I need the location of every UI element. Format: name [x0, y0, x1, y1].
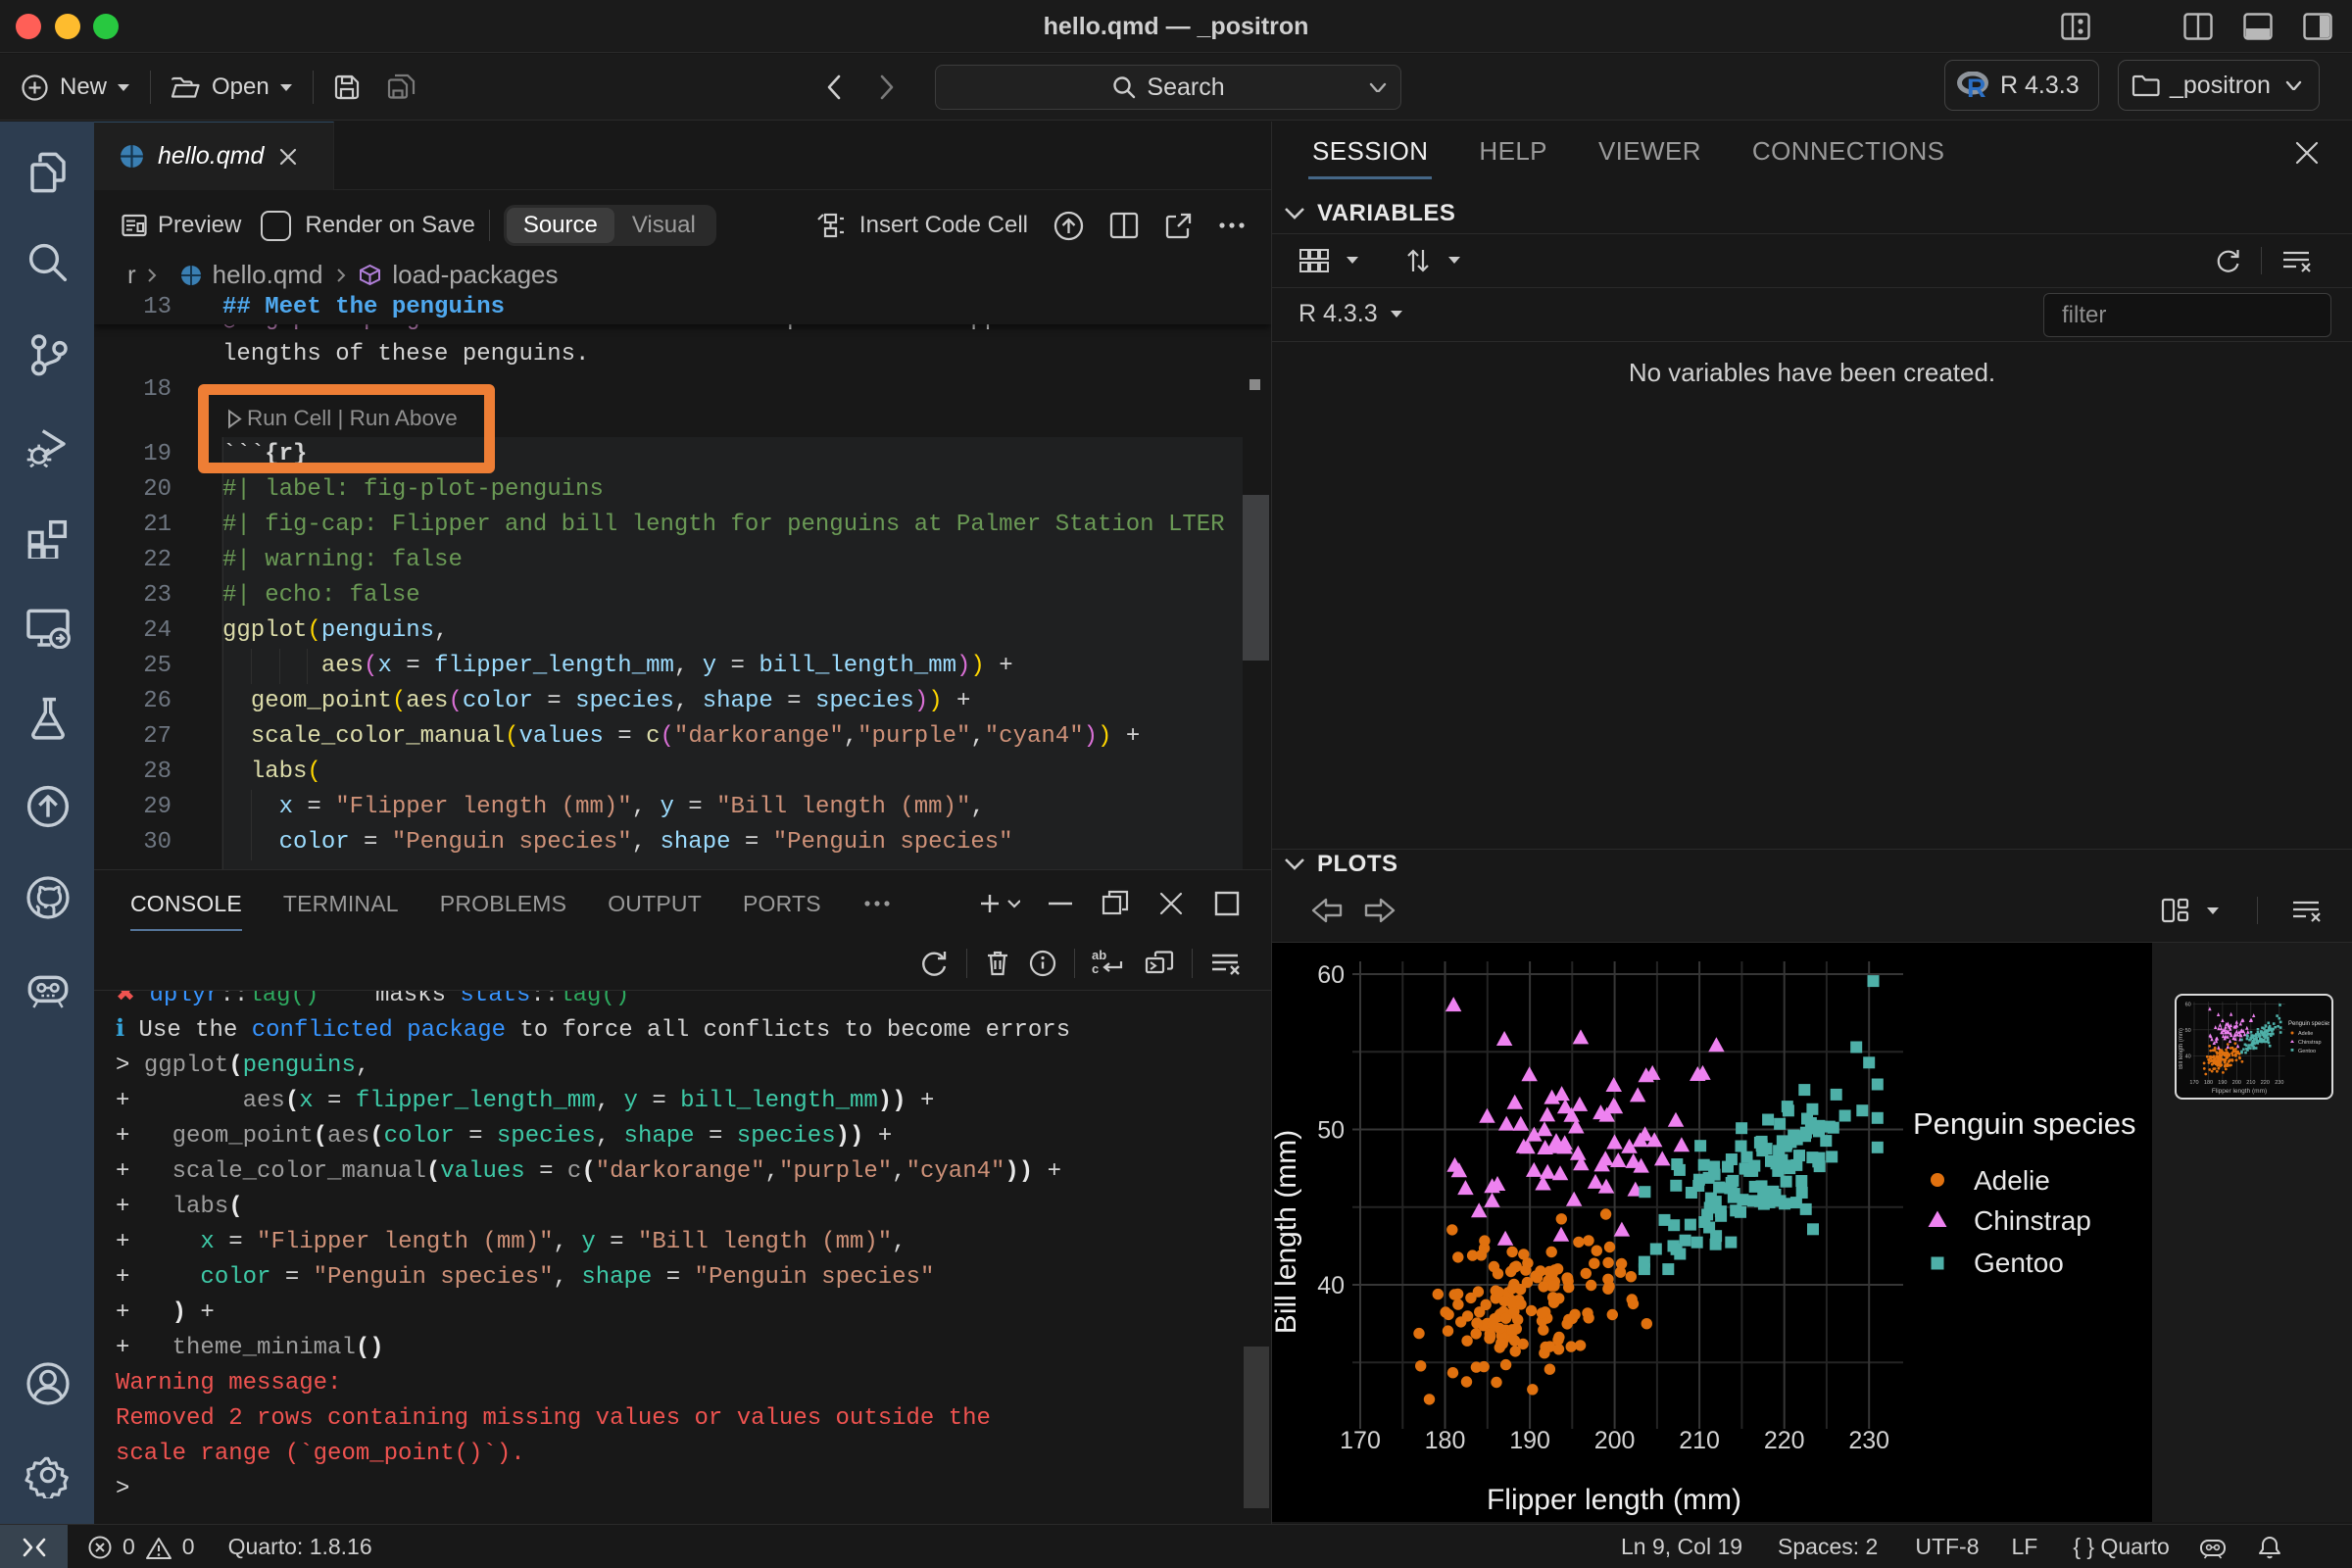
svg-text:c: c	[1092, 961, 1099, 976]
svg-text:190: 190	[2218, 1080, 2227, 1086]
svg-text:Flipper length (mm): Flipper length (mm)	[2212, 1088, 2267, 1095]
svg-text:Gentoo: Gentoo	[2298, 1049, 2316, 1054]
svg-text:200: 200	[2232, 1080, 2241, 1086]
svg-text:40: 40	[2185, 1054, 2191, 1059]
svg-text:40: 40	[1317, 1272, 1345, 1299]
svg-text:200: 200	[1594, 1427, 1636, 1454]
svg-text:Chinstrap: Chinstrap	[2298, 1040, 2322, 1046]
svg-text:Bill length (mm): Bill length (mm)	[1272, 1130, 1302, 1334]
svg-text:230: 230	[2275, 1080, 2283, 1086]
svg-text:190: 190	[1509, 1427, 1550, 1454]
svg-text:Penguin species: Penguin species	[2288, 1021, 2329, 1027]
svg-text:230: 230	[1848, 1427, 1889, 1454]
svg-text:220: 220	[1764, 1427, 1805, 1454]
svg-text:60: 60	[1317, 961, 1345, 989]
svg-text:180: 180	[1425, 1427, 1466, 1454]
svg-text:ab: ab	[1092, 948, 1106, 962]
svg-text:220: 220	[2261, 1080, 2270, 1086]
svg-text:170: 170	[1340, 1427, 1381, 1454]
svg-text:50: 50	[1317, 1117, 1345, 1145]
svg-text:210: 210	[2246, 1080, 2255, 1086]
svg-text:Flipper length (mm): Flipper length (mm)	[1487, 1484, 1741, 1516]
svg-text:Bill length (mm): Bill length (mm)	[2179, 1028, 2184, 1069]
svg-text:210: 210	[1679, 1427, 1720, 1454]
svg-text:Penguin species: Penguin species	[1913, 1106, 2136, 1141]
svg-text:Adelie: Adelie	[1974, 1165, 2050, 1196]
svg-text:Adelie: Adelie	[2298, 1031, 2313, 1037]
svg-text:Gentoo: Gentoo	[1974, 1248, 2064, 1278]
svg-text:Chinstrap: Chinstrap	[1974, 1205, 2091, 1236]
svg-text:50: 50	[2185, 1028, 2191, 1034]
svg-text:60: 60	[2185, 1002, 2191, 1007]
svg-text:180: 180	[2204, 1080, 2213, 1086]
svg-text:170: 170	[2189, 1080, 2198, 1086]
svg-text:R: R	[1967, 74, 1986, 99]
